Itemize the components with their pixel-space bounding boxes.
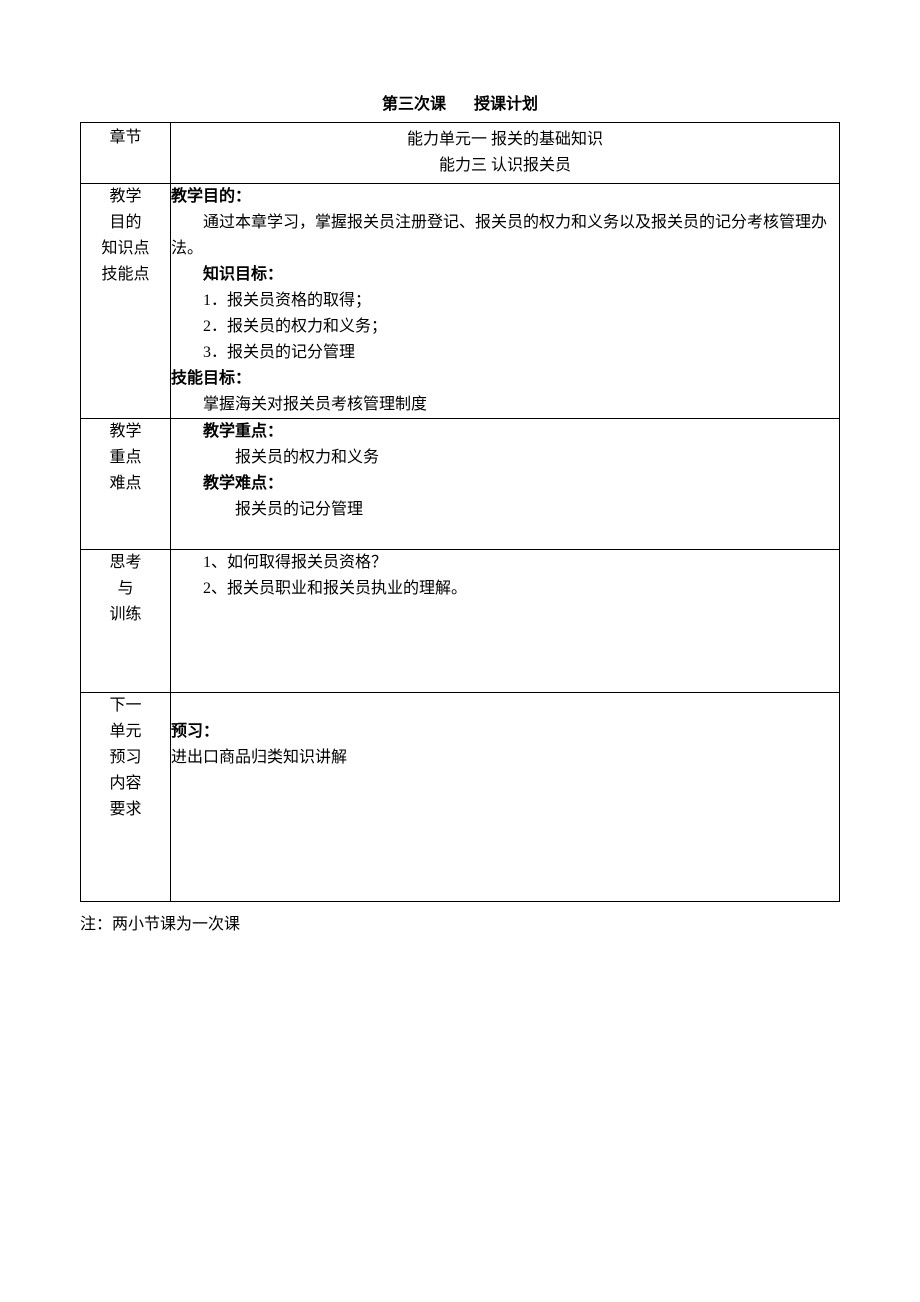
preview-content: 预习： 进出口商品归类知识讲解 <box>171 693 840 902</box>
page-title: 第三次课 授课计划 <box>80 90 840 114</box>
label-line: 要求 <box>81 797 170 823</box>
purpose-text: 通过本章学习，掌握报关员注册登记、报关员的权力和义务以及报关员的记分考核管理办法… <box>171 210 839 262</box>
label-line: 重点 <box>81 445 170 471</box>
thinking-q2: 2、报关员职业和报关员执业的理解。 <box>171 576 839 602</box>
chapter-line1: 能力单元一 报关的基础知识 <box>171 127 839 153</box>
label-line: 技能点 <box>81 262 170 288</box>
chapter-line2: 能力三 认识报关员 <box>171 153 839 179</box>
heading-preview: 预习： <box>171 719 839 745</box>
footnote: 注：两小节课为一次课 <box>80 910 840 934</box>
heading-knowledge: 知识目标： <box>171 262 839 288</box>
label-line: 教学 <box>81 184 170 210</box>
lesson-plan-table: 章节 能力单元一 报关的基础知识 能力三 认识报关员 教学 目的 知识点 技能点… <box>80 122 840 902</box>
knowledge-item-3: 3．报关员的记分管理 <box>171 340 839 366</box>
knowledge-item-1: 1．报关员资格的取得； <box>171 288 839 314</box>
label-line: 与 <box>81 576 170 602</box>
chapter-content: 能力单元一 报关的基础知识 能力三 认识报关员 <box>171 123 840 184</box>
difficulty-text: 报关员的记分管理 <box>171 497 839 523</box>
heading-purpose: 教学目的： <box>171 184 839 210</box>
focus-content: 教学重点： 报关员的权力和义务 教学难点： 报关员的记分管理 <box>171 419 840 550</box>
thinking-q1: 1、如何取得报关员资格？ <box>171 550 839 576</box>
row-label-preview: 下一 单元 预习 内容 要求 <box>81 693 171 902</box>
label-line: 教学 <box>81 419 170 445</box>
label-line: 目的 <box>81 210 170 236</box>
heading-difficulty: 教学难点： <box>171 471 839 497</box>
objectives-content: 教学目的： 通过本章学习，掌握报关员注册登记、报关员的权力和义务以及报关员的记分… <box>171 184 840 419</box>
title-part1: 第三次课 <box>382 96 446 113</box>
knowledge-item-2: 2．报关员的权力和义务； <box>171 314 839 340</box>
skill-text: 掌握海关对报关员考核管理制度 <box>171 392 839 418</box>
label-line: 下一 <box>81 693 170 719</box>
label-line: 内容 <box>81 771 170 797</box>
heading-skill: 技能目标： <box>171 366 839 392</box>
label-line: 思考 <box>81 550 170 576</box>
row-label-focus: 教学 重点 难点 <box>81 419 171 550</box>
label-line: 难点 <box>81 471 170 497</box>
label-line: 训练 <box>81 602 170 628</box>
label-line: 单元 <box>81 719 170 745</box>
heading-focus: 教学重点： <box>171 419 839 445</box>
title-part2: 授课计划 <box>474 96 538 113</box>
row-label-chapter: 章节 <box>81 123 171 184</box>
preview-text: 进出口商品归类知识讲解 <box>171 745 839 771</box>
label-line: 知识点 <box>81 236 170 262</box>
label-line: 预习 <box>81 745 170 771</box>
thinking-content: 1、如何取得报关员资格？ 2、报关员职业和报关员执业的理解。 <box>171 550 840 693</box>
focus-text: 报关员的权力和义务 <box>171 445 839 471</box>
label-text: 章节 <box>109 129 141 146</box>
row-label-objectives: 教学 目的 知识点 技能点 <box>81 184 171 419</box>
row-label-thinking: 思考 与 训练 <box>81 550 171 693</box>
